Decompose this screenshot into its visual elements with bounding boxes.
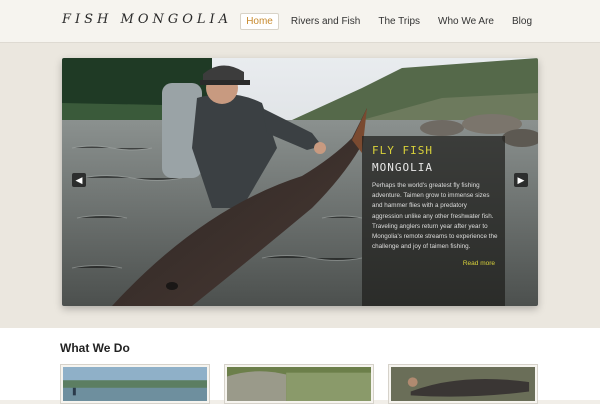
card-who-we-are-thumbnail[interactable] (388, 364, 538, 404)
hero-section: ◀ ▶ FLY FISH MONGOLIA Perhaps the world'… (0, 43, 600, 328)
main-nav: Home Rivers and Fish The Trips Who We Ar… (240, 13, 538, 30)
card-trips-thumbnail[interactable] (224, 364, 374, 404)
site-logo[interactable]: FISH MONGOLIA (62, 12, 232, 27)
nav-item-who-we-are[interactable]: Who We Are (432, 13, 500, 30)
card-rivers-thumbnail[interactable] (60, 364, 210, 404)
nav-item-the-trips[interactable]: The Trips (372, 13, 426, 30)
chevron-left-icon: ◀ (75, 175, 83, 185)
caption-title-line1: FLY FISH (372, 144, 433, 157)
chevron-right-icon: ▶ (517, 175, 525, 185)
read-more-link[interactable]: Read more (463, 260, 495, 267)
nav-item-rivers-and-fish[interactable]: Rivers and Fish (285, 13, 366, 30)
slider-next-button[interactable]: ▶ (514, 173, 528, 187)
thumbnail-river-landscape (63, 367, 207, 401)
caption-title-line2: MONGOLIA (372, 161, 433, 174)
section-heading: What We Do (60, 341, 130, 355)
slide-caption: FLY FISH MONGOLIA Perhaps the world's gr… (362, 136, 505, 306)
thumbnail-fish-catch (391, 367, 535, 401)
site-header: FISH MONGOLIA Home Rivers and Fish The T… (0, 0, 600, 43)
nav-item-blog[interactable]: Blog (506, 13, 538, 30)
hero-slider: ◀ ▶ FLY FISH MONGOLIA Perhaps the world'… (62, 58, 538, 306)
nav-item-home[interactable]: Home (240, 13, 279, 30)
slider-prev-button[interactable]: ◀ (72, 173, 86, 187)
caption-body: Perhaps the world's greatest fly fishing… (372, 182, 498, 251)
thumbnail-riverbank (227, 367, 371, 401)
what-we-do-section: What We Do (0, 328, 600, 404)
caption-title: FLY FISH MONGOLIA (372, 142, 433, 176)
